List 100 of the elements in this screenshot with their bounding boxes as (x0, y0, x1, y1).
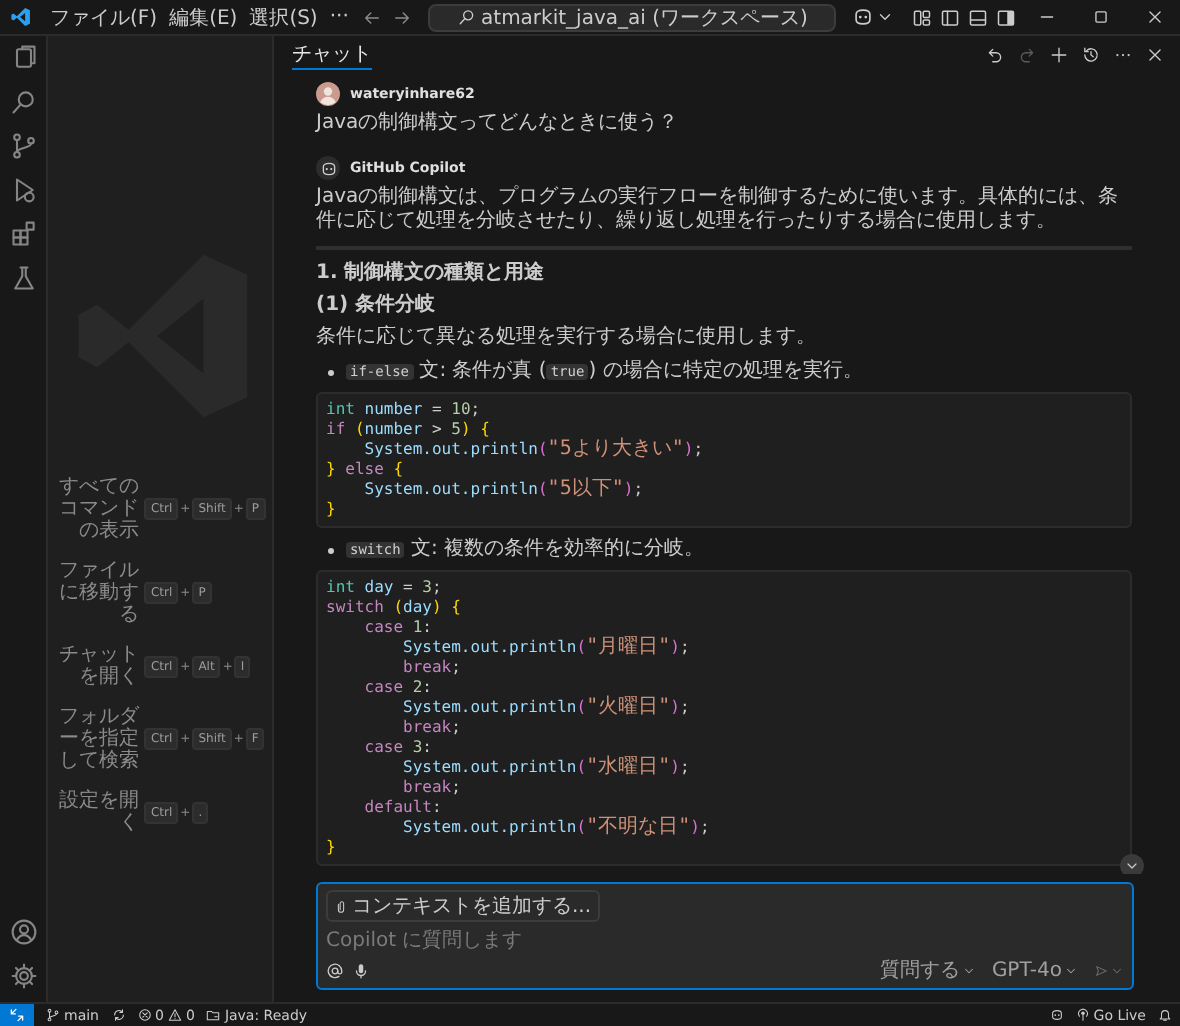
menu-item[interactable]: ··· (325, 4, 353, 30)
copilot-status-icon (1049, 1008, 1064, 1022)
code-line: System.out.println("不明な日"); (401, 818, 712, 838)
code-line: } (326, 500, 338, 520)
code-line: System.out.println("火曜日"); (401, 698, 692, 718)
code-line: int day = 3; (326, 578, 444, 598)
mention-button[interactable] (326, 961, 344, 979)
branch-icon (46, 1008, 60, 1022)
code-line: int number = 10; (326, 400, 483, 420)
code-line: case 1: (362, 618, 434, 638)
sync-icon (111, 1008, 125, 1022)
code-line: break; (401, 718, 463, 738)
error-icon (137, 1008, 151, 1022)
history-icon (1082, 45, 1100, 63)
chevron-down-icon (876, 8, 894, 26)
code-line: } else { (326, 460, 406, 480)
code-line: System.out.println("月曜日"); (401, 638, 692, 658)
new-chat-button[interactable] (1050, 45, 1068, 63)
undo-icon (986, 45, 1004, 63)
send-icon (1094, 963, 1108, 977)
microphone-icon (352, 961, 370, 979)
menu-item[interactable]: 選択(S) (245, 1, 322, 33)
app-logo-icon (10, 6, 32, 28)
chevron-down-icon (961, 963, 976, 977)
mode-dropdown[interactable]: 質問する (879, 956, 976, 984)
paperclip-icon (334, 899, 348, 913)
heading-text: 1. 制御構文の種類と用途 (316, 262, 547, 286)
paragraph-text: 条件に応じて異なる処理を実行する場合に使用します。 (316, 326, 818, 350)
layout-button[interactable] (912, 7, 932, 27)
bot-icon (852, 6, 874, 28)
flask-icon[interactable] (9, 264, 37, 292)
broadcast-icon (1075, 1008, 1090, 1022)
account-icon[interactable] (9, 918, 37, 946)
close-chat-icon (1146, 45, 1164, 63)
back-button[interactable] (362, 7, 383, 27)
code-line: break; (401, 778, 463, 798)
message-text: Javaの制御構文ってどんなときに使う？ (316, 111, 681, 135)
forward-button[interactable] (392, 7, 413, 27)
microphone-button[interactable] (352, 961, 370, 979)
code-line: case 2: (362, 678, 434, 698)
extensions-icon[interactable] (9, 220, 37, 248)
sync-button[interactable] (111, 1008, 125, 1022)
code-line: System.out.println("5より大きい"); (362, 440, 706, 460)
add-context-button[interactable]: コンテキストを追加する... (326, 890, 600, 922)
close-icon (1146, 8, 1164, 26)
code-line: System.out.println("水曜日"); (401, 758, 692, 778)
sidebar-toggle-button[interactable] (940, 7, 960, 27)
model-dropdown[interactable]: GPT-4o (991, 959, 1078, 981)
bullet-dot (328, 369, 334, 375)
new-chat-icon (1050, 45, 1068, 63)
avatar-icon (316, 81, 340, 106)
shortcut-label: 設定を開く (56, 790, 139, 834)
code-line: switch (day) { (326, 598, 463, 618)
code-line: break; (401, 658, 463, 678)
search-icon[interactable] (9, 88, 37, 116)
forward-icon (392, 7, 413, 27)
chat-input-field[interactable]: コンテキストを追加する... Copilot に質問します 質問する GPT-4o (316, 882, 1134, 990)
folder-icon (206, 1008, 221, 1022)
settings-icon[interactable] (9, 962, 37, 990)
scroll-down-button[interactable] (1120, 854, 1144, 874)
secondary-sidebar-toggle-icon (996, 7, 1016, 27)
remote-icon (8, 1006, 26, 1024)
history-button[interactable] (1082, 45, 1100, 63)
paragraph-text: Javaの制御構文は、プログラムの実行フローを制御するために使います。具体的には、条件に応じて処理を分岐させたり、繰り返し処理を行ったりする場合に使用します。 (316, 186, 1121, 234)
command-search-field[interactable]: atmarkit_java_ai (ワークスペース) (428, 3, 836, 31)
notifications-button[interactable] (1158, 1008, 1172, 1022)
menu-item[interactable]: 編集(E) (165, 1, 242, 33)
mention-icon (326, 961, 344, 979)
menu-item[interactable]: ファイル(F) (46, 1, 162, 33)
maximize-icon (1092, 8, 1110, 26)
secondary-sidebar-toggle-button[interactable] (996, 7, 1016, 27)
copilot-menu-button[interactable] (852, 6, 894, 28)
shortcut-label: チャットを開く (56, 644, 139, 688)
shortcut-label: ファイルに移動する (56, 560, 139, 626)
sidebar-toggle-icon (940, 7, 960, 27)
copilot-status-button[interactable] (1049, 1008, 1064, 1022)
panel-toggle-button[interactable] (968, 7, 988, 27)
chevron-down-icon (1110, 963, 1124, 977)
notifications-icon (1158, 1008, 1172, 1022)
close-button[interactable] (1146, 8, 1164, 26)
redo-button[interactable] (1018, 45, 1036, 63)
bullet-dot (328, 547, 334, 553)
close-chat-button[interactable] (1146, 45, 1164, 63)
chevron-down-icon (1064, 963, 1078, 977)
back-icon (362, 7, 383, 27)
chat-tab[interactable]: チャット (292, 38, 372, 70)
source-control-icon[interactable] (9, 132, 37, 160)
layout-icon (912, 7, 932, 27)
code-line: default: (362, 798, 444, 818)
maximize-button[interactable] (1092, 8, 1110, 26)
undo-button[interactable] (986, 45, 1004, 63)
shortcut-label: フォルダーを指定して検索 (56, 706, 139, 772)
redo-icon (1018, 45, 1036, 63)
scroll-down-icon (1124, 858, 1140, 874)
remote-button[interactable] (0, 1004, 34, 1026)
panel-toggle-icon (968, 7, 988, 27)
code-line: } (326, 838, 338, 858)
code-line: if (number > 5) { (326, 420, 492, 440)
code-line: System.out.println("5以下"); (362, 480, 646, 500)
search-icon (457, 8, 476, 26)
